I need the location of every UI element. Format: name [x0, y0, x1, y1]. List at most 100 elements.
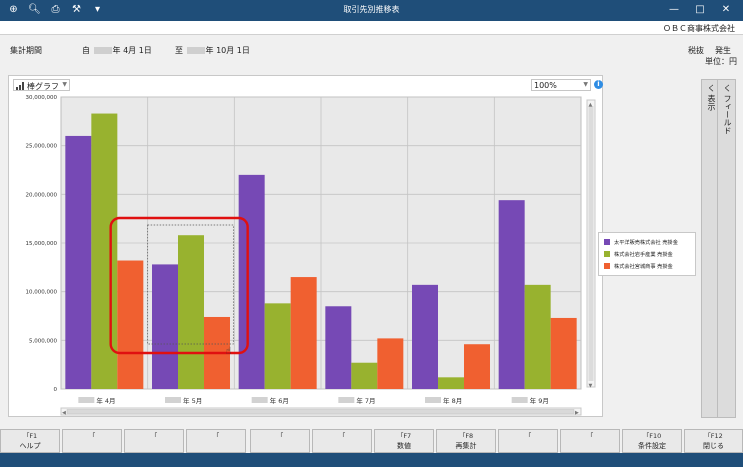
fkey-f7[interactable]: 「F7 数値 [374, 429, 434, 453]
redacted-year [251, 397, 268, 403]
fkey-f10[interactable]: 「F10 条件設定 [622, 429, 682, 453]
scroll-right-icon[interactable]: ▶ [575, 410, 579, 416]
x-tick-label: 年 9月 [530, 396, 549, 405]
bar-1-年4月[interactable] [65, 135, 92, 389]
y-tick-label: 15,000,000 [26, 241, 58, 247]
period-to: 至 年 10月 1日 [175, 46, 250, 55]
redacted-year [338, 397, 355, 403]
bar-2-年5月[interactable] [178, 235, 204, 389]
bar-3-年7月[interactable] [377, 338, 404, 389]
x-tick-label: 年 7月 [356, 396, 375, 405]
legend-label: 株式会社宮城商事 売掛金 [614, 263, 673, 270]
hand-cursor-icon: ☝ [225, 346, 231, 357]
fkey-number: 「 [88, 432, 96, 440]
x-tick-label: 年 6月 [270, 396, 289, 405]
period-label: 集計期間 [10, 46, 42, 55]
fkey-empty[interactable]: 「 [312, 429, 372, 453]
minimize-icon[interactable]: — [661, 2, 687, 18]
bar-1-年8月[interactable] [412, 284, 438, 389]
x-tick-label: 年 4月 [96, 396, 115, 405]
redacted-year [511, 397, 528, 403]
fkey-label: 閉じる [703, 442, 724, 450]
redacted-year [78, 397, 95, 403]
fkey-empty[interactable]: 「 [560, 429, 620, 453]
y-tick-label: 25,000,000 [26, 144, 58, 150]
y-tick-label: 20,000,000 [26, 192, 58, 198]
fkey-empty[interactable]: 「 [498, 429, 558, 453]
redacted-year [186, 47, 205, 54]
fkey-label: 条件設定 [638, 442, 666, 450]
bar-1-年5月[interactable] [152, 264, 178, 389]
report-header: 集計期間 自 年 4月 1日 至 年 10月 1日 税抜 発生 単位：円 [0, 36, 743, 70]
display-tab-label: く 表示 [707, 84, 716, 111]
y-tick-label: 0 [54, 387, 58, 393]
company-name: ＯＢＣ商事株式会社 [663, 24, 735, 33]
y-tick-label: 10,000,000 [26, 290, 58, 296]
field-tab[interactable]: く フィールド [717, 79, 736, 418]
fkey-empty[interactable]: 「 [124, 429, 184, 453]
horizontal-scroll-thumb[interactable] [66, 409, 575, 414]
scroll-up-icon[interactable]: ▲ [589, 102, 593, 108]
legend-item: 株式会社岩手産業 売掛金 [604, 248, 690, 260]
legend-label: 太平洋販売株式会社 売掛金 [614, 239, 678, 246]
fkey-number: 「 [338, 432, 346, 440]
fkey-number: 「F10 [642, 432, 662, 440]
bar-2-年7月[interactable] [351, 362, 378, 389]
company-strip: ＯＢＣ商事株式会社 [0, 21, 743, 35]
fkey-number: 「F7 [396, 432, 412, 440]
bar-2-年9月[interactable] [524, 284, 551, 389]
fkey-number: 「 [150, 432, 158, 440]
bar-2-年6月[interactable] [264, 303, 291, 389]
fkey-label: ヘルプ [19, 442, 41, 450]
bar-1-年7月[interactable] [325, 306, 352, 389]
period-from: 自 年 4月 1日 [82, 46, 152, 55]
fkey-f8[interactable]: 「F8 再集計 [436, 429, 496, 453]
bar-1-年9月[interactable] [498, 200, 525, 389]
window-title: 取引先別推移表 [343, 5, 400, 14]
fkey-empty[interactable]: 「 [62, 429, 122, 453]
occurrence-mode: 発生 [715, 46, 731, 55]
fkey-empty[interactable]: 「 [186, 429, 246, 453]
close-icon[interactable]: ✕ [713, 2, 739, 18]
bar-1-年6月[interactable] [238, 174, 265, 389]
function-key-bar: 「F1 ヘルプ 「 「 「 「 「 「F7 数値 「F8 再集計 「 「 「F10 条件設定 「F12 閉じる [0, 429, 743, 453]
fkey-f12[interactable]: 「F12 閉じる [684, 429, 743, 453]
fkey-number: 「 [524, 432, 532, 440]
legend-swatch [604, 251, 610, 257]
bar-3-年6月[interactable] [290, 277, 317, 389]
field-tab-label: く フィールド [723, 84, 732, 135]
y-tick-label: 5,000,000 [29, 338, 57, 344]
legend-item: 株式会社宮城商事 売掛金 [604, 260, 690, 272]
legend-label: 株式会社岩手産業 売掛金 [614, 251, 673, 258]
bar-chart: 0 5,000,000 10,000,000 15,000,000 20,000,000… [26, 95, 596, 416]
bar-3-年4月[interactable] [117, 260, 144, 389]
scroll-down-icon[interactable]: ▼ [589, 383, 593, 389]
maximize-icon[interactable]: □ [687, 2, 713, 18]
bar-2-年4月[interactable] [91, 113, 118, 389]
bar-3-年8月[interactable] [464, 344, 490, 389]
chart-panel: 棒グラフ ▼ 100% ▼ i 0 5,000,000 10,000,000 15,0… [8, 75, 603, 417]
fkey-label: 再集計 [455, 442, 477, 450]
fkey-f1[interactable]: 「F1 ヘルプ [0, 429, 60, 453]
fkey-number: 「F1 [22, 432, 38, 440]
fkey-number: 「 [212, 432, 220, 440]
tax-mode: 税抜 [688, 46, 704, 55]
title-bar: ⊕ 🔍︎ ⎙ ⚒ ▾ 取引先別推移表 — □ ✕ [0, 0, 743, 21]
scroll-left-icon[interactable]: ◀ [62, 410, 66, 416]
fkey-number: 「 [586, 432, 594, 440]
redacted-year [425, 397, 441, 403]
redacted-year [93, 47, 112, 54]
fkey-number: 「F8 [458, 432, 474, 440]
fkey-number: 「F12 [704, 432, 723, 440]
vertical-scroll-thumb[interactable] [588, 106, 594, 381]
fkey-empty[interactable]: 「 [250, 429, 310, 453]
chart-legend: 太平洋販売株式会社 売掛金 株式会社岩手産業 売掛金 株式会社宮城商事 売掛金 [598, 232, 696, 276]
status-bar [0, 453, 743, 467]
bar-3-年9月[interactable] [550, 317, 577, 389]
legend-item: 太平洋販売株式会社 売掛金 [604, 236, 690, 248]
fkey-label: 数値 [397, 442, 411, 450]
fkey-number: 「 [276, 432, 284, 440]
redacted-year [165, 397, 181, 403]
bar-2-年8月[interactable] [438, 377, 464, 389]
x-tick-label: 年 5月 [183, 396, 202, 405]
